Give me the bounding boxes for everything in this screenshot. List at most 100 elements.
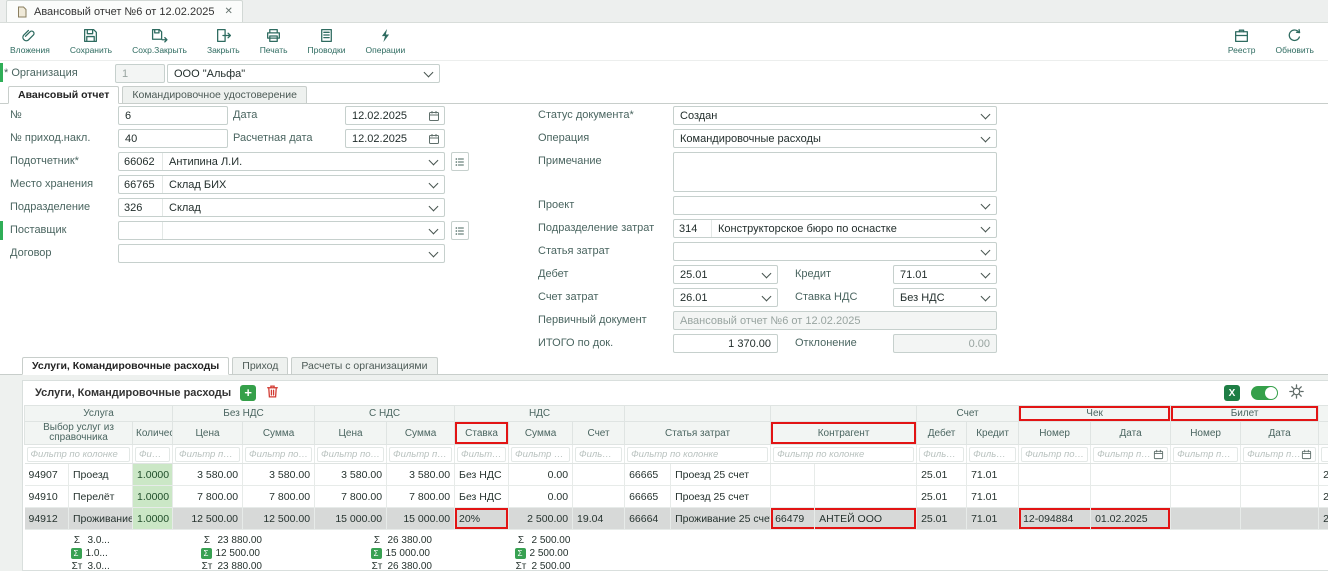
cost-division-select[interactable]: 314 Конструкторское бюро по оснастке — [673, 219, 997, 238]
cell-vat-sum[interactable]: 2 500.00 — [509, 508, 573, 530]
col-price-no-vat[interactable]: Цена — [173, 422, 243, 445]
cell-contractor-name[interactable]: АНТЕЙ ООО — [815, 508, 917, 530]
accountee-list-button[interactable] — [451, 152, 469, 171]
export-excel-button[interactable]: X — [1224, 385, 1240, 401]
cell-cost-code[interactable]: 66665 — [625, 486, 671, 508]
cell-price-with-vat[interactable]: 15 000.00 — [315, 508, 387, 530]
filter-debit[interactable]: Фильтр по колонке — [917, 445, 967, 464]
organization-select[interactable]: ООО "Альфа" — [167, 64, 440, 83]
cell-cost-name[interactable]: Проезд 25 счет — [671, 464, 771, 486]
cell-service-name[interactable]: Перелёт — [69, 486, 133, 508]
cell-credit[interactable]: 71.01 — [967, 464, 1019, 486]
filter-check-number[interactable]: Фильтр по колонке — [1019, 445, 1091, 464]
cell-ticket-date[interactable] — [1241, 508, 1319, 530]
cell-ticket-date[interactable] — [1241, 486, 1319, 508]
col-cost-item[interactable]: Статья затрат — [625, 422, 771, 445]
operations-button[interactable]: Операции — [356, 24, 416, 60]
col-service-pick[interactable]: Выбор услуг из справочника — [25, 422, 133, 445]
col-debit[interactable]: Дебет — [917, 422, 967, 445]
cell-sum-no-vat[interactable]: 12 500.00 — [243, 508, 315, 530]
delete-row-button[interactable] — [265, 384, 280, 402]
cell-service-code[interactable]: 94907 — [25, 464, 69, 486]
cell-ticket-number[interactable] — [1171, 508, 1241, 530]
cell-cost-code[interactable]: 66665 — [625, 464, 671, 486]
cell-sum-no-vat[interactable]: 7 800.00 — [243, 486, 315, 508]
status-select[interactable]: Создан — [673, 106, 997, 125]
col-vat-sum[interactable]: Сумма — [509, 422, 573, 445]
attachments-button[interactable]: Вложения — [0, 24, 60, 60]
filter-cost-item[interactable]: Фильтр по колонке — [625, 445, 771, 464]
cell-cost-name[interactable]: Проезд 25 счет — [671, 486, 771, 508]
filter-rate[interactable]: Фильтр по колонке — [455, 445, 509, 464]
cost-account-select[interactable]: 26.01 — [673, 288, 778, 307]
cell-cost-code[interactable]: 66664 — [625, 508, 671, 530]
cell-price-no-vat[interactable]: 7 800.00 — [173, 486, 243, 508]
cell-check-date[interactable]: 01.02.2025 — [1091, 508, 1171, 530]
cell-debit[interactable]: 25.01 — [917, 508, 967, 530]
organization-code[interactable]: 1 — [115, 64, 165, 83]
debit-select[interactable]: 25.01 — [673, 265, 778, 284]
calendar-icon[interactable] — [428, 133, 440, 145]
accountee-select[interactable]: 66062 Антипина Л.И. — [118, 152, 445, 171]
tab-raschety-s-organizaciyami[interactable]: Расчеты с организациями — [291, 357, 437, 374]
cell-sum-with-vat[interactable]: 15 000.00 — [387, 508, 455, 530]
col-vat-account[interactable]: Счет — [573, 422, 625, 445]
filter-vat-account[interactable]: Фильтр по колонке — [573, 445, 625, 464]
cell-credit[interactable]: 71.01 — [967, 486, 1019, 508]
cell-debit[interactable]: 25.01 — [917, 486, 967, 508]
col-qty[interactable]: Количество — [133, 422, 173, 445]
vat-rate-select[interactable]: Без НДС — [893, 288, 997, 307]
cell-check-date[interactable] — [1091, 464, 1171, 486]
cell-credit[interactable]: 71.01 — [967, 508, 1019, 530]
refresh-button[interactable]: Обновить — [1266, 24, 1328, 60]
contract-select[interactable] — [118, 244, 445, 263]
filter-sum-no-vat[interactable]: Фильтр по колонке — [243, 445, 315, 464]
tab-avansovyi-otchet[interactable]: Авансовый отчет — [8, 86, 119, 104]
cell-ticket-date[interactable] — [1241, 464, 1319, 486]
cell-sum-no-vat[interactable]: 3 580.00 — [243, 464, 315, 486]
division-select[interactable]: 326 Склад — [118, 198, 445, 217]
calendar-icon[interactable] — [428, 110, 440, 122]
cell-vat-rate[interactable]: 20% — [455, 508, 509, 530]
cell-check-number[interactable] — [1019, 464, 1091, 486]
close-icon[interactable]: ✕ — [224, 6, 232, 17]
cell-contractor-name[interactable] — [815, 486, 917, 508]
storage-select[interactable]: 66765 Склад БИХ — [118, 175, 445, 194]
cell-service-name[interactable]: Проживание — [69, 508, 133, 530]
close-document-button[interactable]: Закрыть — [197, 24, 250, 60]
project-select[interactable] — [673, 196, 997, 215]
cell-sum-with-vat[interactable]: 3 580.00 — [387, 464, 455, 486]
cell-price-with-vat[interactable]: 7 800.00 — [315, 486, 387, 508]
grid-toggle[interactable] — [1251, 386, 1278, 400]
filter-price-with-vat[interactable]: Фильтр по колонке — [315, 445, 387, 464]
supplier-list-button[interactable] — [451, 221, 469, 240]
cell-vat-sum[interactable]: 0.00 — [509, 486, 573, 508]
filter-service[interactable]: Фильтр по колонке — [25, 445, 133, 464]
note-textarea[interactable] — [673, 152, 997, 192]
registry-button[interactable]: Реестр — [1218, 24, 1266, 60]
cell-vat-rate[interactable]: Без НДС — [455, 486, 509, 508]
cell-ticket-number[interactable] — [1171, 486, 1241, 508]
cell-vat-account[interactable] — [573, 486, 625, 508]
cell-vat-rate[interactable]: Без НДС — [455, 464, 509, 486]
tab-uslugi-rashody[interactable]: Услуги, Командировочные расходы — [22, 357, 229, 375]
cell-qty[interactable]: 1.0000 — [133, 508, 173, 530]
col-credit[interactable]: Кредит — [967, 422, 1019, 445]
cell-service-name[interactable]: Проезд — [69, 464, 133, 486]
num-input[interactable]: 6 — [118, 106, 228, 125]
filter-check-date[interactable]: Фильтр по колонке — [1091, 445, 1171, 464]
col-sum-with-vat[interactable]: Сумма — [387, 422, 455, 445]
cell-contractor-code[interactable] — [771, 486, 815, 508]
document-tab[interactable]: Авансовый отчет №6 от 12.02.2025 ✕ — [6, 0, 243, 22]
cell-check-number[interactable]: 12-094884 — [1019, 508, 1091, 530]
add-row-button[interactable]: + — [240, 385, 256, 401]
col-ticket-number[interactable]: Номер — [1171, 422, 1241, 445]
cost-item-select[interactable] — [673, 242, 997, 261]
tab-prihod[interactable]: Приход — [232, 357, 288, 374]
cell-contractor-code[interactable]: 66479 — [771, 508, 815, 530]
cell-cost-name[interactable]: Проживание 25 счет — [671, 508, 771, 530]
postings-button[interactable]: Проводки — [298, 24, 356, 60]
grid-row-selected[interactable]: 94912 Проживание 1.0000 12 500.00 12 500… — [25, 508, 1328, 530]
grid-settings-button[interactable] — [1289, 384, 1304, 402]
col-sum-no-vat[interactable]: Сумма — [243, 422, 315, 445]
